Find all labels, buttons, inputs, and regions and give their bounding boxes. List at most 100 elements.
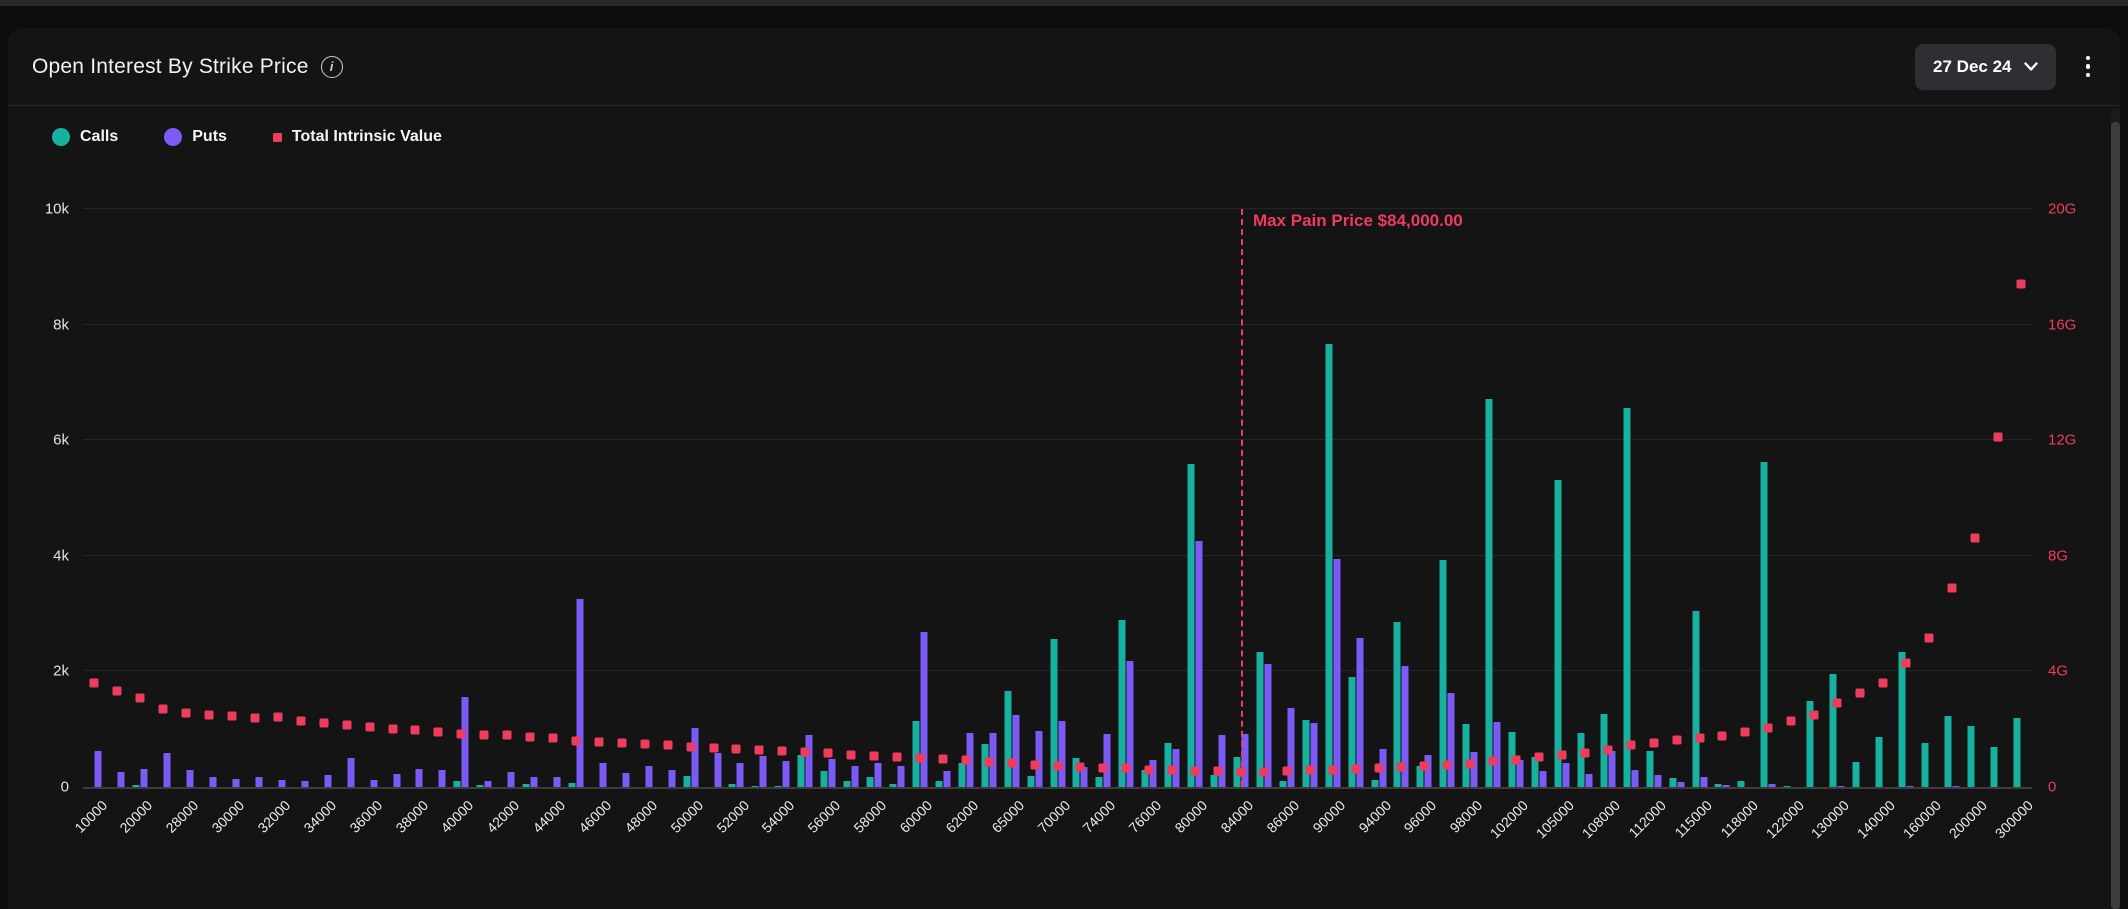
legend-label: Total Intrinsic Value [292, 128, 442, 146]
calls-bar [1646, 751, 1653, 787]
intrinsic-marker [342, 720, 351, 729]
puts-bar [1012, 715, 1019, 787]
left-axis-tick: 8k [53, 316, 69, 333]
intrinsic-marker [709, 744, 718, 753]
puts-bar [622, 773, 629, 787]
puts-bar [829, 759, 836, 787]
intrinsic-marker [1764, 724, 1773, 733]
intrinsic-marker [182, 709, 191, 718]
calls-bar [683, 776, 690, 787]
puts-swatch-icon [164, 128, 182, 146]
bar-group-112000 [1645, 209, 1662, 787]
intrinsic-marker [1122, 764, 1131, 773]
intrinsic-marker [1649, 738, 1658, 747]
intrinsic-marker [686, 742, 695, 751]
calls-bar [1669, 778, 1676, 787]
bar-group-33000 [292, 209, 309, 787]
calls-bar [1119, 620, 1126, 787]
intrinsic-marker [2016, 280, 2025, 289]
bar-group-140000 [1874, 209, 1891, 787]
calls-bar [1279, 781, 1286, 787]
legend-item-puts[interactable]: Puts [164, 128, 227, 146]
puts-bar [691, 728, 698, 787]
puts-bar [1585, 774, 1592, 787]
intrinsic-marker [1099, 763, 1108, 772]
bar-group-180000 [1943, 209, 1960, 787]
bar-group-105000 [1553, 209, 1570, 787]
puts-bar [599, 763, 606, 787]
puts-bar [278, 780, 285, 787]
puts-bar [508, 772, 515, 787]
intrinsic-marker [778, 747, 787, 756]
intrinsic-marker [1512, 755, 1521, 764]
left-axis-tick: 2k [53, 663, 69, 680]
expiry-date-dropdown[interactable]: 27 Dec 24 [1915, 44, 2055, 90]
puts-bar [1906, 786, 1913, 787]
legend-label: Calls [80, 128, 118, 146]
bar-group-200000 [1966, 209, 1983, 787]
calls-bar [1440, 560, 1447, 787]
puts-bar [1196, 541, 1203, 787]
puts-bar [1769, 784, 1776, 787]
puts-bar [576, 599, 583, 787]
puts-bar [164, 753, 171, 787]
puts-bar [943, 771, 950, 787]
intrinsic-marker [617, 739, 626, 748]
calls-bar [1463, 724, 1470, 787]
puts-bar [714, 753, 721, 787]
intrinsic-marker [915, 753, 924, 762]
legend-item-intrinsic[interactable]: Total Intrinsic Value [273, 128, 442, 146]
bar-group-108000 [1599, 209, 1616, 787]
puts-bar [1310, 723, 1317, 787]
puts-bar [1104, 734, 1111, 787]
intrinsic-marker [1535, 752, 1544, 761]
page-title: Open Interest By Strike Price [32, 55, 309, 79]
right-axis-tick: 4G [2048, 663, 2068, 680]
intrinsic-marker [1603, 746, 1612, 755]
info-icon[interactable]: i [321, 56, 343, 78]
puts-bar [1333, 559, 1340, 787]
intrinsic-marker [1924, 634, 1933, 643]
intrinsic-marker [640, 740, 649, 749]
calls-bar [1761, 462, 1768, 787]
legend-item-calls[interactable]: Calls [52, 128, 118, 146]
puts-bar [210, 777, 217, 787]
bar-group-94000 [1370, 209, 1387, 787]
calls-bar [935, 781, 942, 787]
calls-bar [1532, 757, 1539, 787]
intrinsic-marker [1397, 763, 1406, 772]
intrinsic-marker [159, 704, 168, 713]
bar-group-104000 [1531, 209, 1548, 787]
intrinsic-marker [1489, 757, 1498, 766]
calls-bar [1371, 780, 1378, 787]
right-axis-tick: 20G [2048, 201, 2076, 218]
expiry-date-label: 27 Dec 24 [1933, 57, 2011, 77]
bar-group-92000 [1347, 209, 1364, 787]
puts-bar [531, 777, 538, 787]
bar-group-300000 [2012, 209, 2029, 787]
bar-group-74000 [1095, 209, 1112, 787]
scrollbar[interactable] [2111, 108, 2120, 909]
calls-bar [454, 781, 461, 787]
puts-bar [920, 632, 927, 787]
calls-bar [844, 781, 851, 787]
bar-group-82000 [1210, 209, 1227, 787]
calls-swatch-icon [52, 128, 70, 146]
scrollbar-thumb[interactable] [2111, 122, 2120, 909]
bar-group-88000 [1301, 209, 1318, 787]
intrinsic-marker [434, 727, 443, 736]
calls-bar [477, 785, 484, 787]
calls-bar [1325, 344, 1332, 787]
intrinsic-marker [938, 754, 947, 763]
bar-group-37000 [384, 209, 401, 787]
kebab-menu-icon[interactable] [2082, 52, 2095, 82]
calls-bar [1738, 781, 1745, 787]
puts-bar [1838, 786, 1845, 787]
intrinsic-marker [1947, 583, 1956, 592]
bar-group-102000 [1508, 209, 1525, 787]
bar-group-65000 [1003, 209, 1020, 787]
puts-bar [897, 766, 904, 787]
right-axis-tick: 12G [2048, 432, 2076, 449]
bar-group-125000 [1806, 209, 1823, 787]
bar-group-58000 [866, 209, 883, 787]
